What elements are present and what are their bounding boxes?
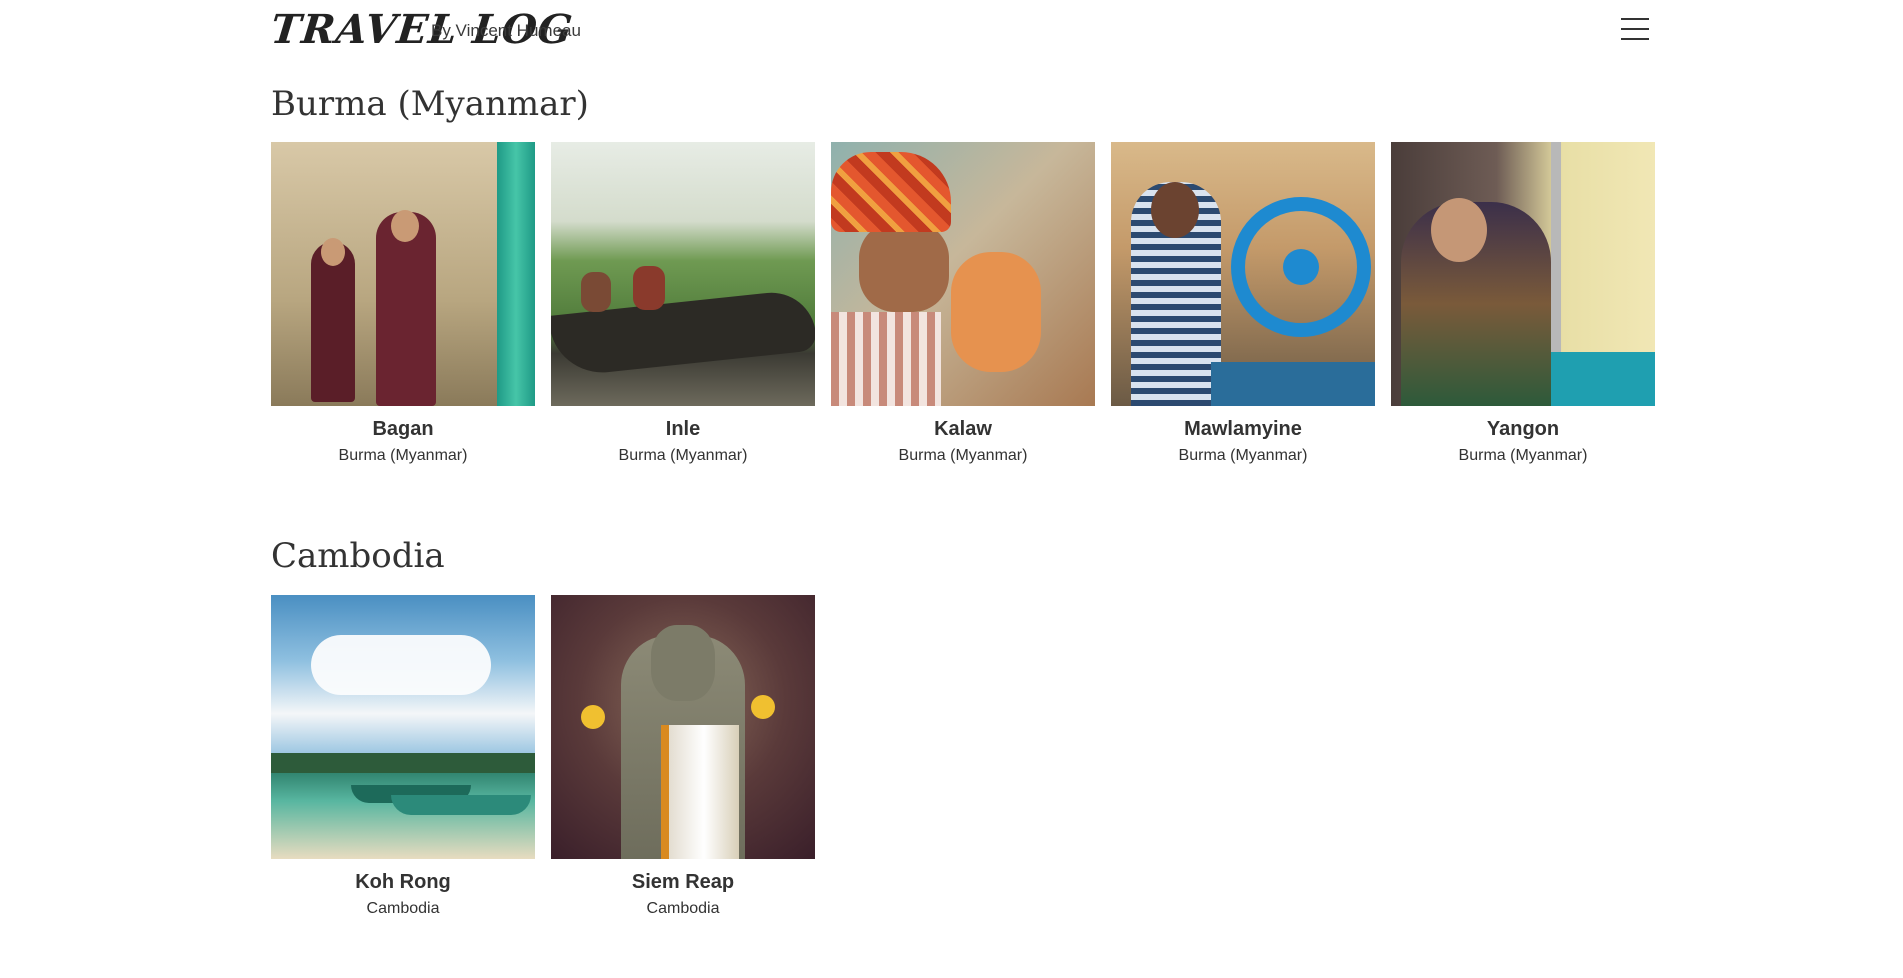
destination-country: Burma (Myanmar) xyxy=(1458,447,1588,464)
destination-country: Burma (Myanmar) xyxy=(1178,447,1308,464)
destination-photo[interactable] xyxy=(271,595,535,859)
card-grid-cambodia: Koh Rong Cambodia Siem Reap Cambodia xyxy=(271,595,815,918)
hamburger-menu-icon[interactable] xyxy=(1621,18,1649,44)
card-grid-burma: Bagan Burma (Myanmar) Inle Burma (Myanma… xyxy=(271,142,1655,465)
destination-title[interactable]: Mawlamyine xyxy=(1111,418,1375,441)
destination-card-koh-rong[interactable]: Koh Rong Cambodia xyxy=(271,595,535,918)
destination-title[interactable]: Kalaw xyxy=(831,418,1095,441)
menu-line xyxy=(1621,28,1649,30)
destination-photo[interactable] xyxy=(831,142,1095,406)
page: TRAVEL LOG By Vincent Humeau Burma (Myan… xyxy=(0,0,1903,978)
destination-card-inle[interactable]: Inle Burma (Myanmar) xyxy=(551,142,815,465)
section-title-cambodia: Cambodia xyxy=(271,536,445,576)
destination-country: Burma (Myanmar) xyxy=(338,447,468,464)
destination-photo[interactable] xyxy=(1391,142,1655,406)
destination-photo[interactable] xyxy=(551,595,815,859)
destination-country: Burma (Myanmar) xyxy=(618,447,748,464)
menu-line xyxy=(1621,38,1649,40)
destination-photo[interactable] xyxy=(1111,142,1375,406)
destination-title[interactable]: Inle xyxy=(551,418,815,441)
author-byline: By Vincent Humeau xyxy=(431,21,581,40)
destination-country: Cambodia xyxy=(366,900,440,917)
destination-country: Burma (Myanmar) xyxy=(898,447,1028,464)
destination-photo[interactable] xyxy=(271,142,535,406)
destination-card-siem-reap[interactable]: Siem Reap Cambodia xyxy=(551,595,815,918)
section-title-burma: Burma (Myanmar) xyxy=(271,84,589,124)
destination-card-bagan[interactable]: Bagan Burma (Myanmar) xyxy=(271,142,535,465)
destination-title[interactable]: Siem Reap xyxy=(551,871,815,894)
destination-title[interactable]: Bagan xyxy=(271,418,535,441)
destination-card-mawlamyine[interactable]: Mawlamyine Burma (Myanmar) xyxy=(1111,142,1375,465)
menu-line xyxy=(1621,18,1649,20)
destination-title[interactable]: Yangon xyxy=(1391,418,1655,441)
site-header: TRAVEL LOG By Vincent Humeau xyxy=(269,6,1649,62)
destination-card-yangon[interactable]: Yangon Burma (Myanmar) xyxy=(1391,142,1655,465)
destination-country: Cambodia xyxy=(646,900,720,917)
destination-title[interactable]: Koh Rong xyxy=(271,871,535,894)
destination-photo[interactable] xyxy=(551,142,815,406)
destination-card-kalaw[interactable]: Kalaw Burma (Myanmar) xyxy=(831,142,1095,465)
